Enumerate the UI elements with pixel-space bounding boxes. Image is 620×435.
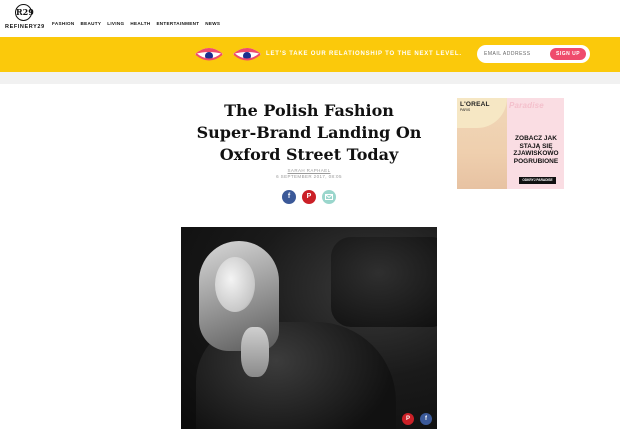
ad-product-name: Paradise [509,101,544,110]
hero-chest [241,327,269,377]
site-header: R29 REFINERY29 FASHION BEAUTY LIVING HEA… [0,0,620,37]
facebook-share-button[interactable]: f [282,190,296,204]
site-logo[interactable]: R29 REFINERY29 [5,4,45,34]
publish-date: 6 SEPTEMBER 2017, 08:05 [276,174,342,179]
nav-item-beauty[interactable]: BEAUTY [81,21,102,26]
nav-item-fashion[interactable]: FASHION [52,21,75,26]
hero-sofa [331,237,437,327]
banner-text: LET'S TAKE OUR RELATIONSHIP TO THE NEXT … [266,51,462,57]
nav-item-news[interactable]: NEWS [205,21,220,26]
divider-band [0,72,620,84]
signup-form: SIGN UP [477,45,590,63]
logo-mark: R29 [15,4,34,21]
signup-button[interactable]: SIGN UP [550,48,586,60]
eye-icon [195,48,223,61]
pinterest-icon: P [306,193,312,200]
nav-item-entertainment[interactable]: ENTERTAINMENT [156,21,199,26]
hero-face [215,257,255,312]
ad-cta-button[interactable]: ODKRYJ PARADISE [519,177,556,184]
main-nav: FASHION BEAUTY LIVING HEALTH ENTERTAINME… [52,21,220,26]
eye-icon [233,48,261,61]
image-facebook-button[interactable]: f [420,413,432,425]
ad-copy: ZOBACZ JAK STAJĄ SIĘ ZJAWISKOWO POGRUBIO… [513,135,559,165]
nav-item-health[interactable]: HEALTH [130,21,150,26]
byline: SARAH RAPHAEL 6 SEPTEMBER 2017, 08:05 [196,168,422,180]
image-pinterest-button[interactable]: P [402,413,414,425]
article-title: The Polish Fashion Super-Brand Landing O… [196,101,422,164]
hero-image: P f [181,227,437,429]
advertisement[interactable]: L'OREAL PARIS Paradise ZOBACZ JAK STAJĄ … [457,98,564,189]
facebook-icon: f [425,416,427,422]
ad-brand-sub: PARIS [460,108,471,112]
pinterest-icon: P [405,416,410,422]
nav-item-living[interactable]: LIVING [107,21,124,26]
email-field[interactable] [484,48,546,60]
share-buttons: f P [282,190,336,204]
facebook-icon: f [287,193,291,200]
email-icon [325,194,333,200]
ad-brand: L'OREAL [460,101,490,108]
logo-text: REFINERY29 [5,24,45,30]
newsletter-banner: LET'S TAKE OUR RELATIONSHIP TO THE NEXT … [0,37,620,72]
email-share-button[interactable] [322,190,336,204]
pinterest-share-button[interactable]: P [302,190,316,204]
